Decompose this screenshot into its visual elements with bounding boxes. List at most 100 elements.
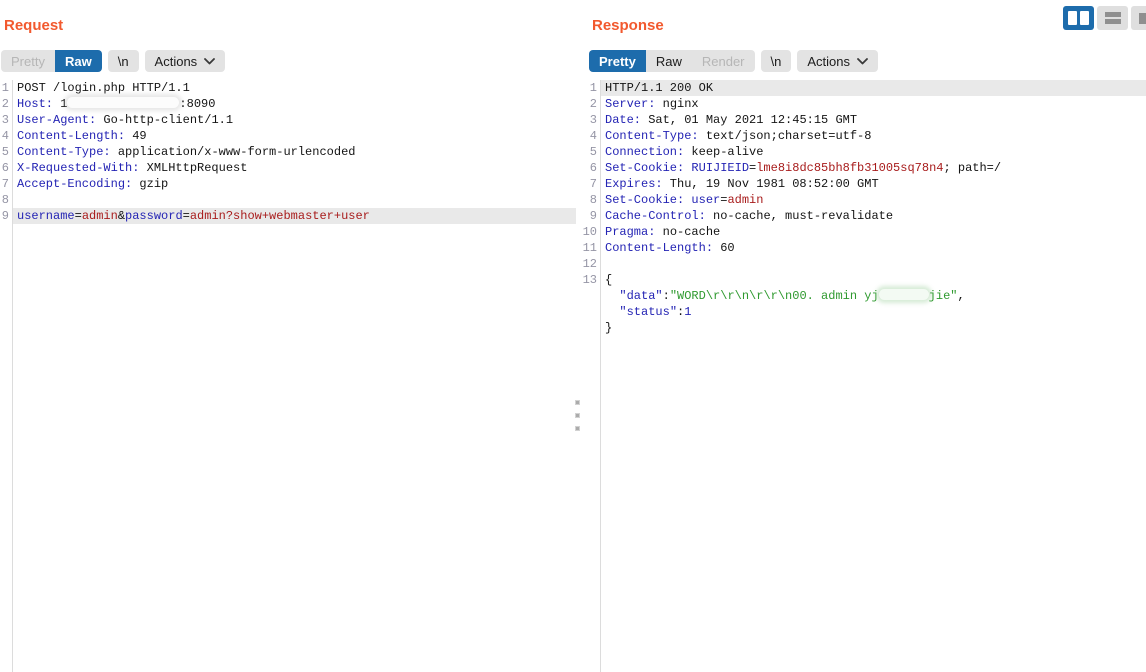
splitter-grip-icon[interactable] — [575, 400, 580, 431]
line-number: 4 — [0, 128, 12, 144]
line-number: 1 — [0, 80, 12, 96]
line-number: 8 — [581, 192, 600, 208]
line-number — [581, 288, 600, 304]
line-number: 3 — [581, 112, 600, 128]
response-editor[interactable]: 1HTTP/1.1 200 OK2Server: nginx3Date: Sat… — [581, 80, 1146, 672]
request-tabbar: Pretty Raw \n Actions — [1, 50, 225, 72]
redacted-blur — [67, 97, 179, 108]
line-number: 7 — [581, 176, 600, 192]
line-text — [13, 192, 576, 208]
response-title: Response — [592, 17, 664, 34]
request-title: Request — [4, 17, 63, 34]
line-text — [601, 256, 1146, 272]
request-editor[interactable]: 1POST /login.php HTTP/1.12Host: 1:80903U… — [0, 80, 576, 672]
line-number: 9 — [0, 208, 12, 224]
code-line[interactable]: 4Content-Length: 49 — [0, 128, 576, 144]
line-number: 12 — [581, 256, 600, 272]
line-text: Content-Type: application/x-www-form-url… — [13, 144, 576, 160]
split-horizontal-icon — [1105, 12, 1121, 24]
tab-raw[interactable]: Raw — [55, 50, 102, 72]
tab-label: Raw — [65, 54, 92, 69]
tab-label: Actions — [155, 54, 198, 69]
tab-label: \n — [118, 54, 129, 69]
view-mode-tab-group: Pretty Raw Render — [589, 50, 755, 72]
line-number: 2 — [581, 96, 600, 112]
tab-label: Render — [702, 54, 745, 69]
line-text: Set-Cookie: RUIJIEID=lme8i8dc85bh8fb3100… — [601, 160, 1146, 176]
tab-render: Render — [692, 50, 755, 72]
code-line[interactable]: 3User-Agent: Go-http-client/1.1 — [0, 112, 576, 128]
line-number: 6 — [581, 160, 600, 176]
line-text: "status":1 — [601, 304, 1146, 320]
line-text: HTTP/1.1 200 OK — [601, 80, 1146, 96]
line-text: username=admin&password=admin?show+webma… — [13, 208, 576, 224]
line-text: Content-Length: 49 — [13, 128, 576, 144]
code-line[interactable]: 12 — [581, 256, 1146, 272]
code-line[interactable]: 7Expires: Thu, 19 Nov 1981 08:52:00 GMT — [581, 176, 1146, 192]
code-line[interactable]: "data":"WORD\r\r\n\r\r\n00. admin yjjie"… — [581, 288, 1146, 304]
tab-pretty[interactable]: Pretty — [589, 50, 646, 72]
line-text: Set-Cookie: user=admin — [601, 192, 1146, 208]
code-line[interactable]: 4Content-Type: text/json;charset=utf-8 — [581, 128, 1146, 144]
line-text: User-Agent: Go-http-client/1.1 — [13, 112, 576, 128]
tab-newline[interactable]: \n — [761, 50, 792, 72]
line-text: Server: nginx — [601, 96, 1146, 112]
line-number: 1 — [581, 80, 600, 96]
line-text: Content-Length: 60 — [601, 240, 1146, 256]
tab-label: Pretty — [599, 54, 636, 69]
line-text: Pragma: no-cache — [601, 224, 1146, 240]
line-text: Connection: keep-alive — [601, 144, 1146, 160]
code-line[interactable]: 6Set-Cookie: RUIJIEID=lme8i8dc85bh8fb310… — [581, 160, 1146, 176]
line-text: { — [601, 272, 1146, 288]
tab-newline[interactable]: \n — [108, 50, 139, 72]
code-line[interactable]: 8 — [0, 192, 576, 208]
tab-actions[interactable]: Actions — [797, 50, 878, 72]
pane-splitter[interactable] — [572, 0, 581, 672]
code-line[interactable]: } — [581, 320, 1146, 336]
code-line[interactable]: 3Date: Sat, 01 May 2021 12:45:15 GMT — [581, 112, 1146, 128]
code-line[interactable]: 5Connection: keep-alive — [581, 144, 1146, 160]
code-line[interactable]: 9username=admin&password=admin?show+webm… — [0, 208, 576, 224]
code-line[interactable]: 9Cache-Control: no-cache, must-revalidat… — [581, 208, 1146, 224]
code-line[interactable]: 5Content-Type: application/x-www-form-ur… — [0, 144, 576, 160]
code-line[interactable]: 6X-Requested-With: XMLHttpRequest — [0, 160, 576, 176]
code-line[interactable]: 8Set-Cookie: user=admin — [581, 192, 1146, 208]
line-text: X-Requested-With: XMLHttpRequest — [13, 160, 576, 176]
code-line[interactable]: 2Host: 1:8090 — [0, 96, 576, 112]
line-number: 7 — [0, 176, 12, 192]
line-number: 2 — [0, 96, 12, 112]
code-line[interactable]: 1HTTP/1.1 200 OK — [581, 80, 1146, 96]
code-line[interactable]: 1POST /login.php HTTP/1.1 — [0, 80, 576, 96]
line-text: "data":"WORD\r\r\n\r\r\n00. admin yjjie"… — [601, 288, 1146, 304]
code-line[interactable]: 2Server: nginx — [581, 96, 1146, 112]
line-text: Host: 1:8090 — [13, 96, 576, 112]
line-text: Date: Sat, 01 May 2021 12:45:15 GMT — [601, 112, 1146, 128]
line-text: Expires: Thu, 19 Nov 1981 08:52:00 GMT — [601, 176, 1146, 192]
code-line[interactable]: "status":1 — [581, 304, 1146, 320]
layout-toggle-group — [1063, 6, 1146, 30]
split-vertical-icon — [1068, 11, 1089, 25]
response-tabbar: Pretty Raw Render \n Actions — [589, 50, 878, 72]
line-text: Content-Type: text/json;charset=utf-8 — [601, 128, 1146, 144]
split-rows-button[interactable] — [1097, 6, 1128, 30]
line-text: Cache-Control: no-cache, must-revalidate — [601, 208, 1146, 224]
code-line[interactable]: 7Accept-Encoding: gzip — [0, 176, 576, 192]
tab-label: Pretty — [11, 54, 45, 69]
line-number: 6 — [0, 160, 12, 176]
line-number — [581, 304, 600, 320]
line-text: POST /login.php HTTP/1.1 — [13, 80, 576, 96]
code-line[interactable]: 10Pragma: no-cache — [581, 224, 1146, 240]
split-columns-button[interactable] — [1063, 6, 1094, 30]
line-number: 5 — [0, 144, 12, 160]
code-line[interactable]: 11Content-Length: 60 — [581, 240, 1146, 256]
tab-label: \n — [771, 54, 782, 69]
chevron-down-icon — [204, 58, 215, 65]
line-number: 8 — [0, 192, 12, 208]
chevron-down-icon — [857, 58, 868, 65]
tab-actions[interactable]: Actions — [145, 50, 226, 72]
code-line[interactable]: 13{ — [581, 272, 1146, 288]
single-pane-button[interactable] — [1131, 6, 1146, 30]
tab-raw[interactable]: Raw — [646, 50, 692, 72]
tab-label: Raw — [656, 54, 682, 69]
line-number: 9 — [581, 208, 600, 224]
